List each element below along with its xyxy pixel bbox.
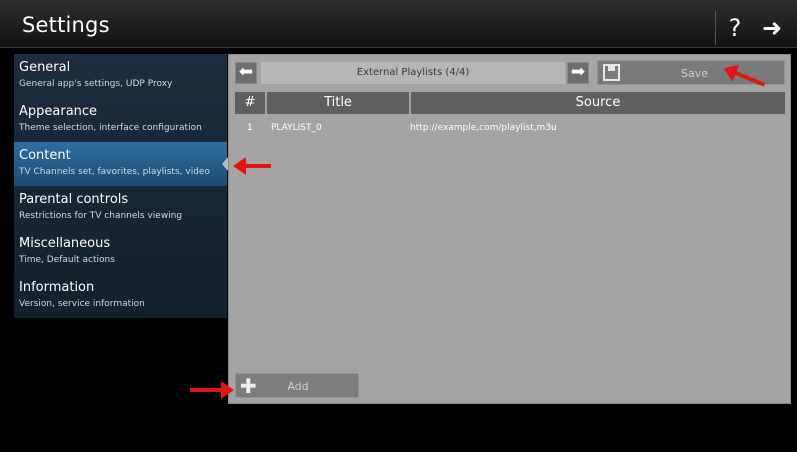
column-header-source[interactable]: Source [411,92,785,114]
sidebar-item-subtitle: Theme selection, interface configuration [19,123,202,133]
annotation-arrow-add [190,381,234,399]
sidebar-item-title: Appearance [19,104,98,119]
playlists-panel: ⬅ External Playlists (4/4) ➡ Save # Titl… [228,54,791,404]
sidebar-item-subtitle: Restrictions for TV channels viewing [19,211,183,221]
column-header-title[interactable]: Title [267,92,409,114]
sidebar-item-subtitle: General app's settings, UDP Proxy [19,79,173,89]
help-icon[interactable]: ? [720,13,750,43]
sidebar-item-title: Content [19,148,71,163]
sidebar-item-title: Miscellaneous [19,236,111,251]
sidebar-item-subtitle: Time, Default actions [19,255,115,265]
sidebar-item-title: Parental controls [19,192,129,207]
sidebar-item-content[interactable]: Content TV Channels set, favorites, play… [14,142,228,186]
row-title: PLAYLIST_0 [271,123,322,133]
sidebar-item-information[interactable]: Information Version, service information [14,274,227,318]
annotation-arrow-content [233,157,271,175]
sidebar-item-parental-controls[interactable]: Parental controls Restrictions for TV ch… [14,186,227,230]
sidebar-item-subtitle: Version, service information [19,299,145,309]
app-window: Settings ? ➜ General General app's setti… [0,0,797,452]
settings-sidebar: General General app's settings, UDP Prox… [14,54,228,318]
row-source: http://example,com/playlist,m3u [410,123,557,133]
playlist-counter: External Playlists (4/4) [261,62,565,84]
row-index: 1 [247,123,253,133]
sidebar-item-title: Information [19,280,95,295]
sidebar-item-miscellaneous[interactable]: Miscellaneous Time, Default actions [14,230,227,274]
column-header-index[interactable]: # [235,92,265,114]
table-row[interactable]: 1 PLAYLIST_0 http://example,com/playlist… [235,118,785,138]
table-header: # Title Source [235,92,785,114]
add-playlist-button[interactable]: ✚ Add [235,373,359,398]
header-separator [715,11,716,45]
prev-playlist-button[interactable]: ⬅ [235,62,257,84]
page-title: Settings [22,13,110,37]
header-bar: Settings ? ➜ [0,0,797,48]
add-button-label: Add [287,380,309,393]
forward-icon[interactable]: ➜ [757,13,787,43]
sidebar-item-general[interactable]: General General app's settings, UDP Prox… [14,54,227,98]
next-playlist-button[interactable]: ➡ [567,62,589,84]
sidebar-item-appearance[interactable]: Appearance Theme selection, interface co… [14,98,227,142]
sidebar-item-title: General [19,60,71,75]
sidebar-item-subtitle: TV Channels set, favorites, playlists, v… [19,167,210,177]
